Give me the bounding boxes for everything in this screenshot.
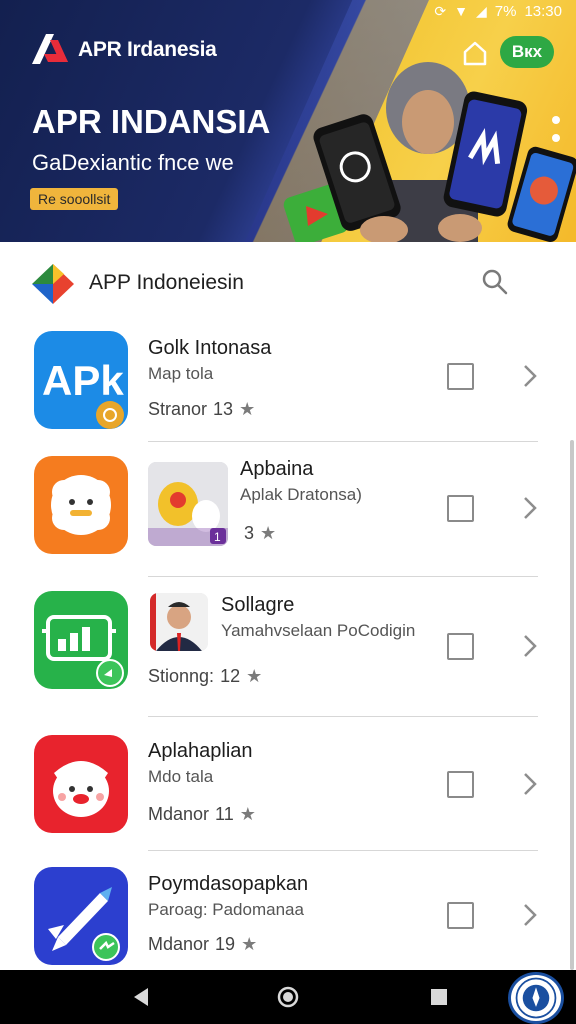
rating-value: 3	[244, 523, 255, 543]
list-item[interactable]: Aplahaplian Mdo tala Mdanor 11 ★	[0, 717, 576, 849]
chevron-right-icon[interactable]	[520, 770, 540, 798]
rating-value: 11	[215, 804, 234, 824]
app-title: Poymdasopapkan	[148, 873, 309, 895]
thumb-badge: 1	[214, 530, 221, 544]
chevron-right-icon[interactable]	[520, 632, 540, 660]
select-checkbox[interactable]	[447, 633, 474, 660]
app-subtitle: Aplak Dratonsa)	[240, 485, 362, 504]
app-rating: Stionng: 12 ★	[148, 666, 262, 687]
brand-name: APR Irdanesia	[78, 38, 217, 61]
search-icon[interactable]	[480, 267, 510, 297]
select-checkbox[interactable]	[447, 902, 474, 929]
home-icon[interactable]	[460, 38, 490, 68]
mascot-face-icon	[34, 735, 128, 833]
app-subtitle: Map tola	[148, 364, 214, 383]
app-subtitle: Mdo tala	[148, 767, 214, 786]
app-title: Apbaina	[240, 458, 314, 480]
star-icon: ★	[239, 399, 256, 419]
clock: 13:30	[524, 2, 562, 20]
rating-label: Stranor	[148, 399, 208, 419]
star-icon: ★	[246, 666, 263, 686]
hero-subtitle: GaDexiantic fnce we	[32, 150, 234, 175]
brand-logo-icon	[32, 34, 68, 64]
rating-value: 13	[213, 399, 234, 419]
back-icon[interactable]	[128, 984, 154, 1010]
app-thumbnail: 1	[148, 462, 228, 546]
select-checkbox[interactable]	[447, 771, 474, 798]
recents-square-icon[interactable]	[426, 984, 452, 1010]
banner-action-button[interactable]: Bкx	[500, 36, 554, 68]
sync-icon: ⟳	[434, 2, 447, 19]
hero-illustration	[283, 62, 576, 242]
list-item[interactable]: 1 Apbaina Aplak Dratonsa) 3 ★	[0, 442, 576, 576]
app-title: Golk Intonasa	[148, 337, 272, 359]
brand: APR Irdanesia	[28, 30, 217, 70]
app-title: Aplahaplian	[148, 740, 253, 762]
status-bar: ⟳ ▼ ◢ 7% 13:30	[434, 0, 576, 22]
star-icon: ★	[260, 523, 277, 543]
list-item[interactable]: Sollagre Yamahvselaan PoCodigin Stionng:…	[0, 577, 576, 715]
scrollbar[interactable]	[570, 440, 574, 970]
select-checkbox[interactable]	[447, 495, 474, 522]
list-item[interactable]: APk Golk Intonasa Map tola Stranor 13 ★	[0, 324, 576, 441]
rating-label: Mdanor	[148, 804, 210, 824]
app-rating: 3 ★	[244, 523, 276, 544]
app-rating: Mdanor 19 ★	[148, 934, 257, 955]
chevron-right-icon[interactable]	[520, 901, 540, 929]
svg-text:APk: APk	[42, 357, 124, 404]
app-thumbnail	[150, 593, 208, 651]
rating-label: Stionng:	[148, 666, 215, 686]
wifi-icon: ▼	[454, 3, 468, 19]
list-item[interactable]: Poymdasopapkan Paroag: Padomanaa Mdanor …	[0, 851, 576, 970]
chart-board-icon	[34, 591, 128, 689]
rating-value: 19	[215, 934, 236, 954]
hero-badge[interactable]: Re sooollsit	[30, 188, 119, 210]
rating-value: 12	[220, 666, 241, 686]
select-checkbox[interactable]	[447, 363, 474, 390]
signal-icon: ◢	[475, 2, 487, 19]
app-rating: Mdanor 11 ★	[148, 804, 256, 825]
app-title: Sollagre	[221, 594, 295, 616]
home-circle-icon[interactable]	[275, 984, 301, 1010]
app-subtitle: Yamahvselaan PoCodigin	[221, 621, 416, 640]
app-rating: Stranor 13 ★	[148, 399, 255, 420]
hero-title: APR INDANSIA	[32, 103, 271, 140]
app-logo-icon	[32, 264, 74, 304]
app-header: APP Indoneiesin	[0, 242, 576, 324]
page-title: APP Indoneiesin	[89, 271, 244, 294]
chevron-right-icon[interactable]	[520, 494, 540, 522]
seal-logo-icon	[508, 972, 564, 1024]
app-subtitle: Paroag: Padomanaa	[148, 900, 304, 919]
apk-icon: APk	[34, 331, 128, 429]
rating-label: Mdanor	[148, 934, 210, 954]
more-options-icon[interactable]	[552, 116, 560, 142]
chevron-right-icon[interactable]	[520, 362, 540, 390]
rocket-pen-icon	[34, 867, 128, 965]
star-icon: ★	[239, 804, 256, 824]
app-list: APk Golk Intonasa Map tola Stranor 13 ★	[0, 324, 576, 970]
flower-face-icon	[34, 456, 128, 554]
star-icon: ★	[241, 934, 258, 954]
navigation-bar	[0, 970, 576, 1024]
hero-banner: ⟳ ▼ ◢ 7% 13:30 APR Irdanesia Bкx APR IND…	[0, 0, 576, 242]
battery-level: 7%	[494, 2, 517, 20]
